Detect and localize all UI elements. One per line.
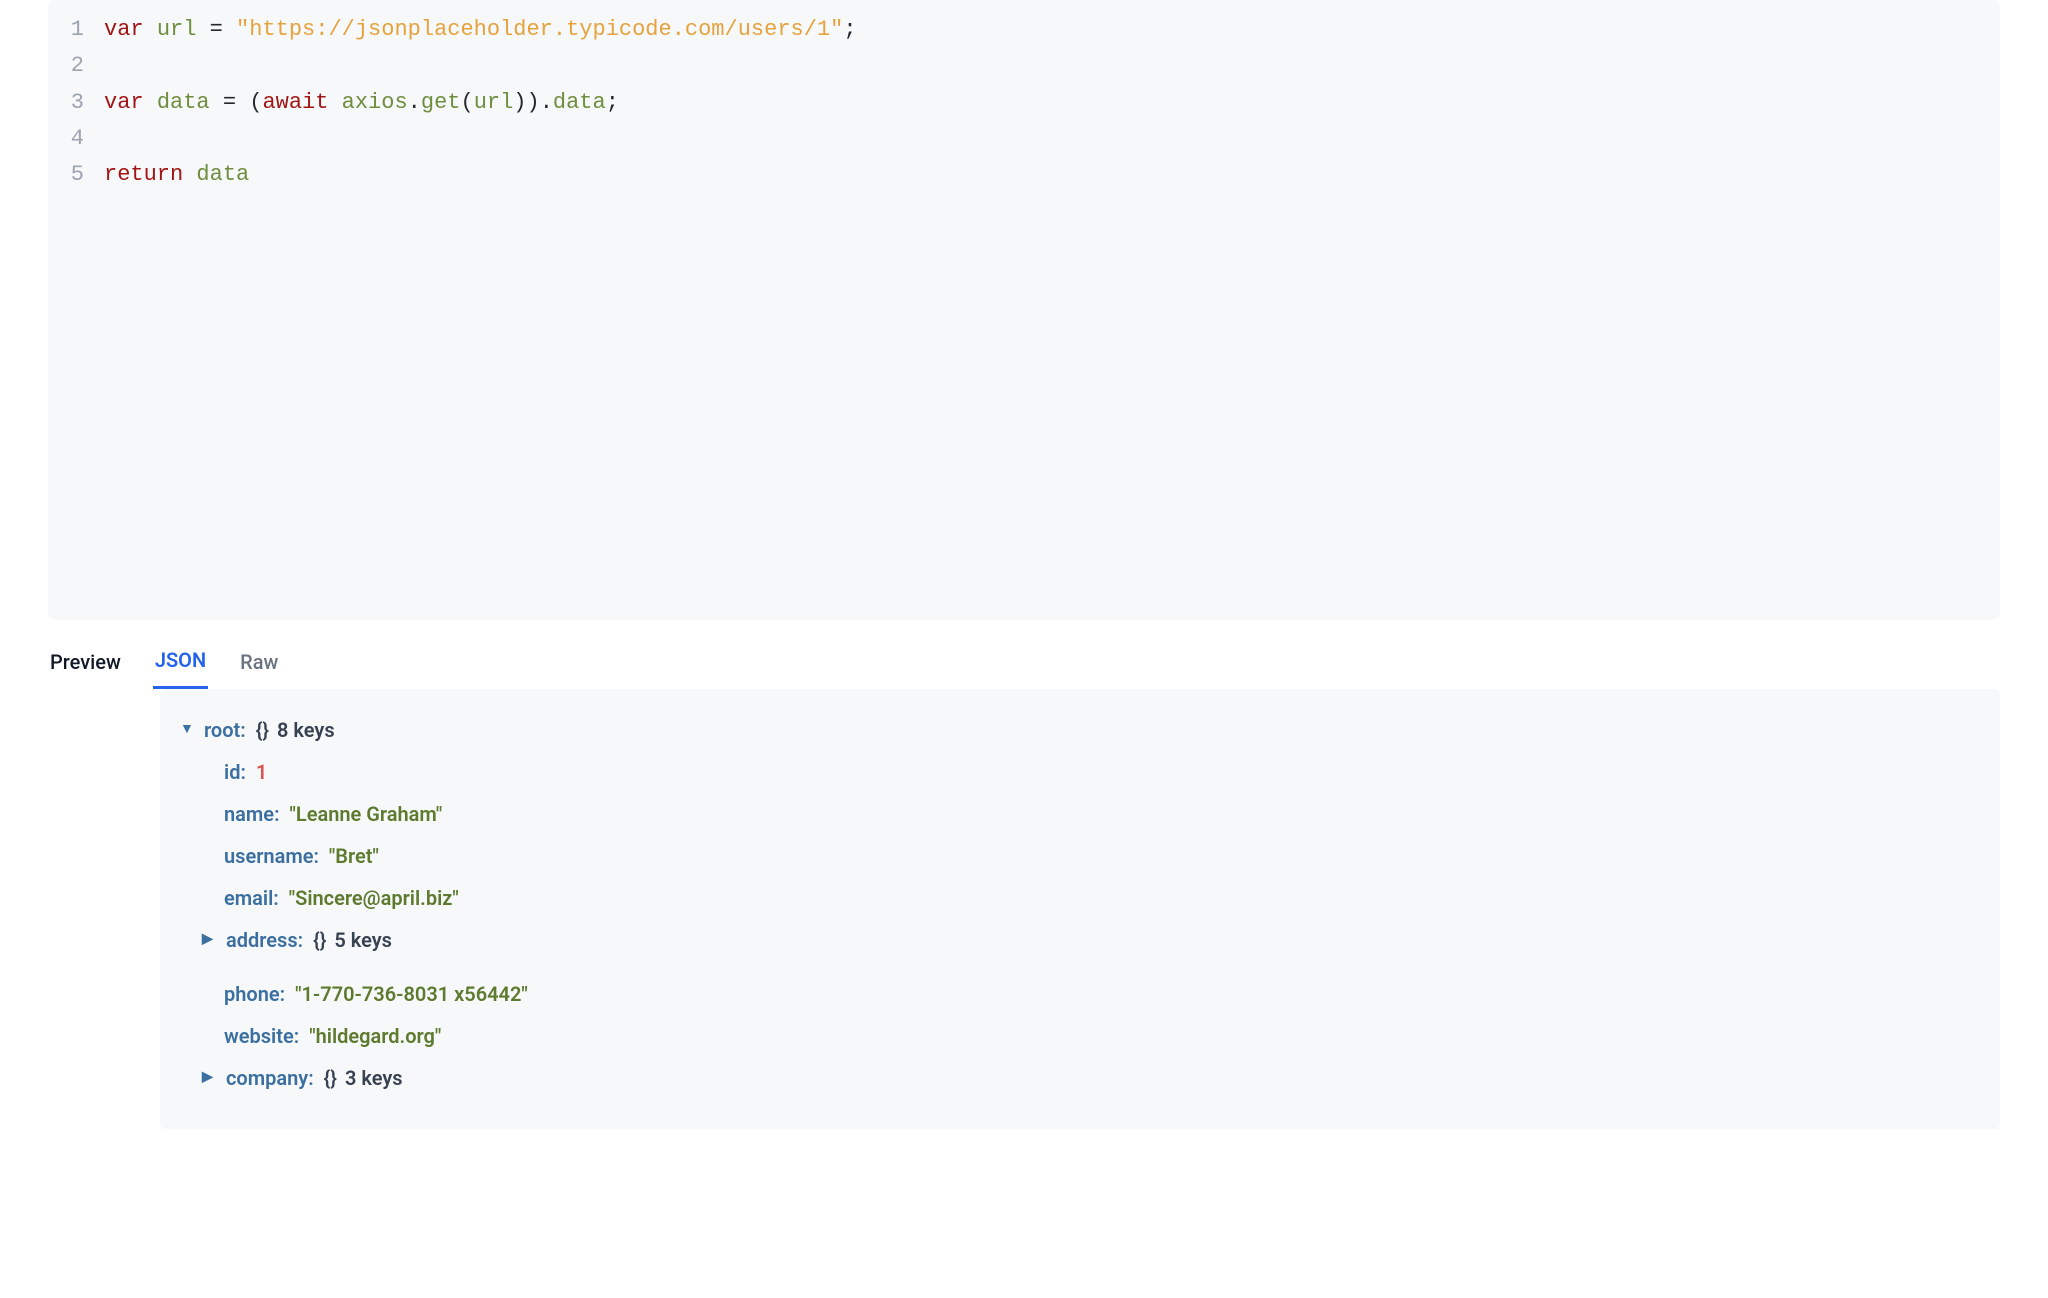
json-field-company[interactable]: ▶ company: {} 3 keys [180,1057,1980,1099]
line-content[interactable]: return data [104,157,2000,193]
tab-raw[interactable]: Raw [238,642,280,688]
json-key: phone [224,973,280,1015]
json-key: address [226,919,298,961]
json-root[interactable]: ▼ root: {} 8 keys [180,709,1980,751]
json-value: "hildegard.org" [309,1015,441,1057]
line-number: 2 [48,48,104,84]
line-content[interactable] [104,48,2000,84]
braces-icon: {} [313,919,326,961]
json-meta-root: 8 keys [277,709,335,751]
json-value: 1 [256,751,267,793]
json-field-phone: phone: "1-770-736-8031 x56442" [180,973,1980,1015]
json-key: name [224,793,274,835]
json-value: "Sincere@april.biz" [289,877,459,919]
json-key: username [224,835,313,877]
code-editor[interactable]: 1var url = "https://jsonplaceholder.typi… [48,0,2000,620]
code-line[interactable]: 2 [48,48,2000,84]
expand-icon[interactable]: ▶ [202,1063,220,1092]
result-tabs: Preview JSON Raw [0,620,2048,689]
json-value: "Leanne Graham" [290,793,443,835]
json-field-username: username: "Bret" [180,835,1980,877]
json-meta: 5 keys [334,919,392,961]
code-line[interactable]: 3var data = (await axios.get(url)).data; [48,85,2000,121]
line-content[interactable]: var url = "https://jsonplaceholder.typic… [104,12,2000,48]
line-content[interactable]: var data = (await axios.get(url)).data; [104,85,2000,121]
code-line[interactable]: 5return data [48,157,2000,193]
json-viewer: ▼ root: {} 8 keys id: 1 name: "Leanne Gr… [160,689,2000,1129]
json-value: "Bret" [329,835,379,877]
line-number: 1 [48,12,104,48]
json-field-name: name: "Leanne Graham" [180,793,1980,835]
tab-preview[interactable]: Preview [48,642,123,688]
json-value: "1-770-736-8031 x56442" [295,973,528,1015]
collapse-icon[interactable]: ▼ [180,715,198,744]
json-key: website [224,1015,294,1057]
tab-json[interactable]: JSON [153,640,208,689]
code-line[interactable]: 1var url = "https://jsonplaceholder.typi… [48,12,2000,48]
json-field-id: id: 1 [180,751,1980,793]
json-field-address[interactable]: ▶ address: {} 5 keys [180,919,1980,961]
json-field-website: website: "hildegard.org" [180,1015,1980,1057]
json-field-email: email: "Sincere@april.biz" [180,877,1980,919]
json-key: id [224,751,240,793]
json-key: email [224,877,273,919]
braces-icon: {} [324,1057,337,1099]
braces-icon: {} [256,709,269,751]
line-number: 5 [48,157,104,193]
line-number: 4 [48,121,104,157]
line-content[interactable] [104,121,2000,157]
expand-icon[interactable]: ▶ [202,925,220,954]
line-number: 3 [48,85,104,121]
json-key-root: root [204,709,240,751]
code-line[interactable]: 4 [48,121,2000,157]
json-meta: 3 keys [345,1057,403,1099]
json-key: company [226,1057,308,1099]
